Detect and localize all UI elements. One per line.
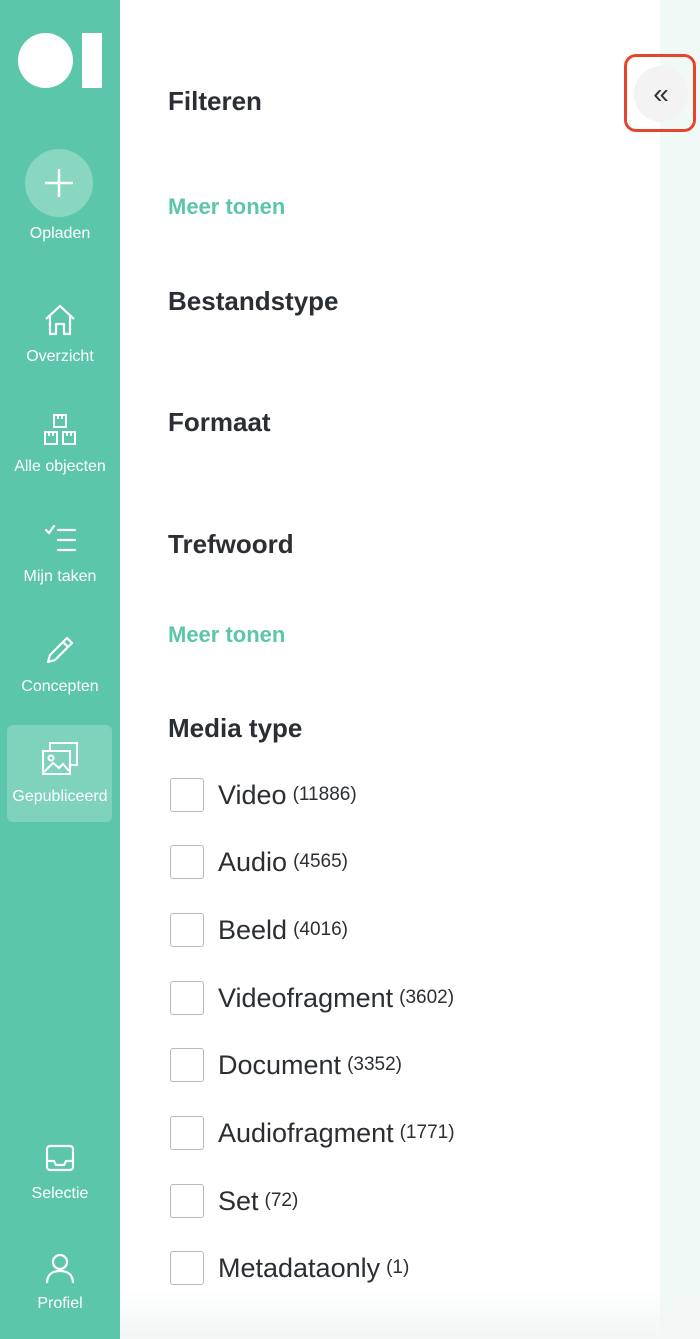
option-count: (4016) <box>293 919 348 940</box>
checkbox[interactable] <box>170 1251 204 1285</box>
sidebar-item-selectie[interactable]: Selectie <box>0 1185 120 1203</box>
option-count: (11886) <box>292 784 357 805</box>
option-label: Audio <box>218 846 288 877</box>
upload-button[interactable] <box>25 149 93 217</box>
option-label: Videofragment <box>218 982 394 1013</box>
option-label: Metadataonly <box>218 1252 381 1283</box>
media-type-option[interactable]: Audiofragment (1771) <box>170 1116 455 1150</box>
boxes-icon[interactable] <box>40 410 80 450</box>
option-count: (3602) <box>399 987 455 1008</box>
media-type-option[interactable]: Video (11886) <box>170 778 357 812</box>
upload-label[interactable]: Opladen <box>0 225 120 243</box>
option-label: Video <box>218 779 287 810</box>
collapse-panel-button[interactable]: « <box>634 66 688 122</box>
show-more-link[interactable]: Meer tonen <box>168 194 285 220</box>
option-count: (1771) <box>399 1122 455 1143</box>
sidebar-item-mijn-taken[interactable]: Mijn taken <box>0 568 120 586</box>
media-type-option[interactable]: Videofragment (3602) <box>170 981 454 1015</box>
sidebar-item-overzicht[interactable]: Overzicht <box>0 348 120 366</box>
checkbox[interactable] <box>170 1048 204 1082</box>
media-type-option[interactable]: Audio (4565) <box>170 845 348 879</box>
checkbox[interactable] <box>170 913 204 947</box>
option-label: Beeld <box>218 914 288 945</box>
logo[interactable] <box>18 33 102 88</box>
home-icon[interactable] <box>40 300 80 340</box>
sidebar-item-concepten[interactable]: Concepten <box>0 678 120 696</box>
inbox-icon[interactable] <box>40 1138 80 1178</box>
user-icon[interactable] <box>40 1248 80 1288</box>
checkbox[interactable] <box>170 845 204 879</box>
option-count: (72) <box>264 1190 299 1211</box>
media-type-option[interactable]: Metadataonly (1) <box>170 1251 409 1285</box>
option-label: Audiofragment <box>218 1117 394 1148</box>
pencil-icon[interactable] <box>40 630 80 670</box>
sidebar-item-profiel[interactable]: Profiel <box>0 1295 120 1313</box>
media-type-option[interactable]: Beeld (4016) <box>170 913 348 947</box>
checkbox[interactable] <box>170 1116 204 1150</box>
sidebar-item-alle-objecten[interactable]: Alle objecten <box>0 458 120 476</box>
checkbox[interactable] <box>170 778 204 812</box>
option-count: (4565) <box>293 851 348 872</box>
option-label: Set <box>218 1185 259 1216</box>
tasks-icon[interactable] <box>40 520 80 560</box>
media-type-option[interactable]: Set (72) <box>170 1184 298 1218</box>
media-type-option[interactable]: Document (3352) <box>170 1048 402 1082</box>
content-edge <box>660 0 700 1339</box>
page-title: Filteren <box>168 86 262 116</box>
show-more-link-keyword[interactable]: Meer tonen <box>168 622 285 648</box>
section-filetype[interactable]: Bestandstype <box>168 286 339 317</box>
scroll-fade <box>120 1290 700 1339</box>
section-keyword[interactable]: Trefwoord <box>168 529 294 560</box>
sidebar: Opladen Overzicht Alle objecten Mijn tak… <box>0 0 120 1339</box>
option-label: Document <box>218 1049 342 1080</box>
plus-icon <box>45 169 73 197</box>
checkbox[interactable] <box>170 981 204 1015</box>
double-chevron-left-icon: « <box>653 78 669 109</box>
images-icon[interactable] <box>40 739 80 779</box>
option-count: (3352) <box>347 1054 402 1075</box>
section-format[interactable]: Formaat <box>168 407 271 438</box>
checkbox[interactable] <box>170 1184 204 1218</box>
sidebar-item-label[interactable]: Gepubliceerd <box>0 788 120 806</box>
option-count: (1) <box>386 1257 410 1278</box>
section-media-type[interactable]: Media type <box>168 713 302 744</box>
